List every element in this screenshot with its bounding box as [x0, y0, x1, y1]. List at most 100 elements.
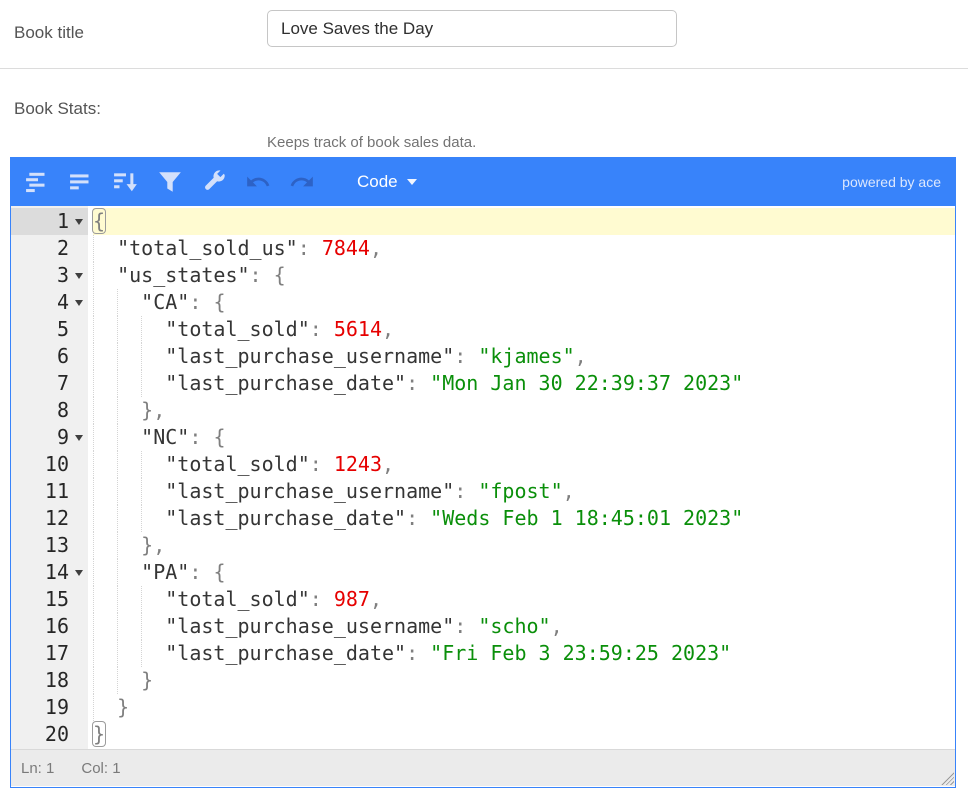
- indent-guide: [93, 424, 94, 451]
- code-line[interactable]: "PA": {: [93, 559, 955, 586]
- indent-guide: [117, 397, 118, 424]
- code-line[interactable]: "last_purchase_username": "fpost",: [93, 478, 955, 505]
- code-line[interactable]: "last_purchase_username": "kjames",: [93, 343, 955, 370]
- code-line[interactable]: "last_purchase_username": "scho",: [93, 613, 955, 640]
- code-line[interactable]: "last_purchase_date": "Mon Jan 30 22:39:…: [93, 370, 955, 397]
- code-line[interactable]: "total_sold": 5614,: [93, 316, 955, 343]
- indent-guide: [141, 640, 142, 667]
- code-line[interactable]: "last_purchase_date": "Fri Feb 3 23:59:2…: [93, 640, 955, 667]
- gutter-row: 8: [11, 397, 88, 424]
- code-line[interactable]: }: [93, 667, 955, 694]
- code-line[interactable]: "total_sold": 987,: [93, 586, 955, 613]
- resize-grip[interactable]: [941, 772, 954, 785]
- gutter-row: 17: [11, 640, 88, 667]
- line-number: 17: [11, 640, 69, 667]
- code-line[interactable]: },: [93, 397, 955, 424]
- line-number: 4: [11, 289, 69, 316]
- code-line[interactable]: "NC": {: [93, 424, 955, 451]
- gutter-row: 10: [11, 451, 88, 478]
- line-number: 3: [11, 262, 69, 289]
- indent-guide: [93, 397, 94, 424]
- indent-guide: [93, 667, 94, 694]
- indent-guide: [141, 451, 142, 478]
- compact-icon: [69, 169, 95, 195]
- line-number: 9: [11, 424, 69, 451]
- indent-guide: [117, 559, 118, 586]
- gutter-row: 2: [11, 235, 88, 262]
- format-button[interactable]: [25, 169, 51, 195]
- indent-guide: [117, 424, 118, 451]
- repair-wrench-icon: [201, 169, 227, 195]
- code-line[interactable]: "total_sold_us": 7844,: [93, 235, 955, 262]
- fold-toggle-icon[interactable]: [75, 300, 83, 306]
- line-number: 20: [11, 721, 69, 748]
- indent-guide: [93, 694, 94, 721]
- book-title-input[interactable]: [267, 10, 677, 47]
- indent-guide: [93, 613, 94, 640]
- gutter-row: 1: [11, 208, 88, 235]
- indent-guide: [93, 451, 94, 478]
- indent-guide: [117, 478, 118, 505]
- code-lines[interactable]: { "total_sold_us": 7844, "us_states": { …: [88, 206, 955, 749]
- mode-select-label: Code: [357, 172, 398, 192]
- status-col: Col: 1: [81, 760, 120, 777]
- undo-button[interactable]: [245, 169, 271, 195]
- code-line[interactable]: "CA": {: [93, 289, 955, 316]
- code-line[interactable]: "last_purchase_date": "Weds Feb 1 18:45:…: [93, 505, 955, 532]
- mode-select-button[interactable]: Code: [357, 172, 417, 192]
- redo-icon: [289, 169, 315, 195]
- line-number: 12: [11, 505, 69, 532]
- indent-guide: [93, 559, 94, 586]
- indent-guide: [93, 532, 94, 559]
- undo-icon: [245, 169, 271, 195]
- indent-guide: [117, 343, 118, 370]
- transform-button[interactable]: [157, 169, 183, 195]
- chevron-down-icon: [407, 179, 417, 185]
- line-number: 2: [11, 235, 69, 262]
- json-editor: Code powered by ace 12345678910111213141…: [10, 157, 956, 788]
- line-number: 8: [11, 397, 69, 424]
- indent-guide: [93, 316, 94, 343]
- line-number: 5: [11, 316, 69, 343]
- book-stats-description: Keeps track of book sales data.: [267, 134, 476, 151]
- code-line[interactable]: },: [93, 532, 955, 559]
- indent-guide: [141, 478, 142, 505]
- indent-guide: [93, 262, 94, 289]
- fold-toggle-icon[interactable]: [75, 273, 83, 279]
- indent-guide: [117, 586, 118, 613]
- gutter-row: 14: [11, 559, 88, 586]
- code-line[interactable]: "total_sold": 1243,: [93, 451, 955, 478]
- indent-guide: [141, 370, 142, 397]
- gutter-row: 4: [11, 289, 88, 316]
- code-line[interactable]: }: [93, 721, 955, 748]
- gutter-row: 11: [11, 478, 88, 505]
- gutter-row: 3: [11, 262, 88, 289]
- gutter-row: 15: [11, 586, 88, 613]
- gutter-row: 16: [11, 613, 88, 640]
- sort-button[interactable]: [113, 169, 139, 195]
- indent-guide: [93, 505, 94, 532]
- gutter-row: 19: [11, 694, 88, 721]
- fold-toggle-icon[interactable]: [75, 435, 83, 441]
- format-icon: [25, 169, 51, 195]
- code-area[interactable]: 1234567891011121314151617181920 { "total…: [11, 206, 955, 749]
- fold-toggle-icon[interactable]: [75, 570, 83, 576]
- line-number: 18: [11, 667, 69, 694]
- code-line[interactable]: {: [93, 208, 955, 235]
- line-number: 7: [11, 370, 69, 397]
- indent-guide: [141, 316, 142, 343]
- compact-button[interactable]: [69, 169, 95, 195]
- line-number: 10: [11, 451, 69, 478]
- editor-toolbar: Code powered by ace: [11, 158, 955, 206]
- indent-guide: [117, 640, 118, 667]
- indent-guide: [117, 505, 118, 532]
- repair-button[interactable]: [201, 169, 227, 195]
- line-number: 1: [11, 208, 69, 235]
- powered-by-ace: powered by ace: [842, 174, 941, 190]
- code-line[interactable]: "us_states": {: [93, 262, 955, 289]
- book-title-label: Book title: [14, 23, 84, 43]
- fold-toggle-icon[interactable]: [75, 219, 83, 225]
- redo-button[interactable]: [289, 169, 315, 195]
- code-line[interactable]: }: [93, 694, 955, 721]
- line-number: 14: [11, 559, 69, 586]
